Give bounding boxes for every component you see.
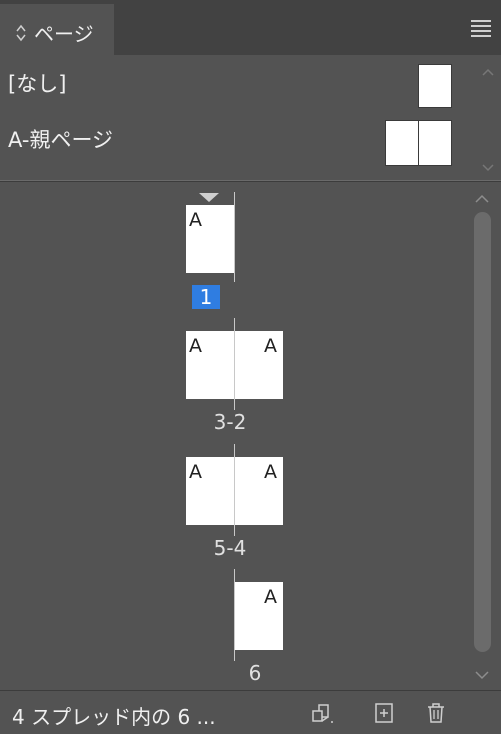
delete-page-icon[interactable] bbox=[424, 701, 448, 725]
current-page-marker-icon bbox=[199, 193, 219, 202]
edit-page-size-icon[interactable] bbox=[310, 701, 334, 725]
pages-panel: ページ [なし] A-親ページ A 1 A A 3-2 A A 5-4 A 6 … bbox=[0, 0, 501, 734]
master-label: [なし] bbox=[8, 72, 67, 96]
page-thumbnail[interactable]: A bbox=[186, 331, 234, 399]
page-thumbnail[interactable]: A bbox=[235, 331, 283, 399]
scrollbar-thumb[interactable] bbox=[474, 212, 491, 652]
new-page-icon[interactable] bbox=[372, 701, 396, 725]
master-item-none[interactable]: [なし] bbox=[0, 58, 470, 110]
page-thumbnail[interactable]: A bbox=[186, 457, 234, 525]
master-letter: A bbox=[264, 335, 277, 357]
tab-label: ページ bbox=[34, 22, 94, 46]
panel-menu-icon[interactable] bbox=[471, 20, 491, 37]
master-label: A-親ページ bbox=[8, 128, 114, 152]
page-number[interactable]: 1 bbox=[166, 285, 246, 309]
tab-bar: ページ bbox=[0, 0, 501, 55]
master-letter: A bbox=[189, 209, 202, 231]
master-letter: A bbox=[189, 335, 202, 357]
masters-scroll-down-icon[interactable] bbox=[481, 158, 495, 177]
master-letter: A bbox=[264, 461, 277, 483]
spine bbox=[234, 192, 235, 282]
page-number[interactable]: 5-4 bbox=[190, 536, 270, 560]
page-thumbnail[interactable]: A bbox=[235, 582, 283, 650]
page-number[interactable]: 6 bbox=[215, 661, 295, 685]
master-thumb-left bbox=[385, 120, 419, 166]
master-letter: A bbox=[264, 586, 277, 608]
master-item-a[interactable]: A-親ページ bbox=[0, 116, 470, 168]
page-number[interactable]: 3-2 bbox=[190, 410, 270, 434]
panel-footer: 4 スプレッド内の 6 ... bbox=[0, 690, 501, 734]
scroll-down-icon[interactable] bbox=[474, 670, 490, 680]
page-thumbnail[interactable]: A bbox=[235, 457, 283, 525]
master-thumb-right bbox=[418, 120, 452, 166]
page-thumbnail[interactable]: A bbox=[186, 205, 234, 273]
status-text: 4 スプレッド内の 6 ... bbox=[12, 705, 216, 729]
master-thumb bbox=[418, 64, 452, 108]
tab-pages[interactable]: ページ bbox=[0, 4, 114, 55]
collapse-arrows-icon[interactable] bbox=[16, 24, 26, 42]
master-letter: A bbox=[189, 461, 202, 483]
masters-scroll-up-icon[interactable] bbox=[481, 62, 495, 81]
scroll-up-icon[interactable] bbox=[474, 194, 490, 204]
